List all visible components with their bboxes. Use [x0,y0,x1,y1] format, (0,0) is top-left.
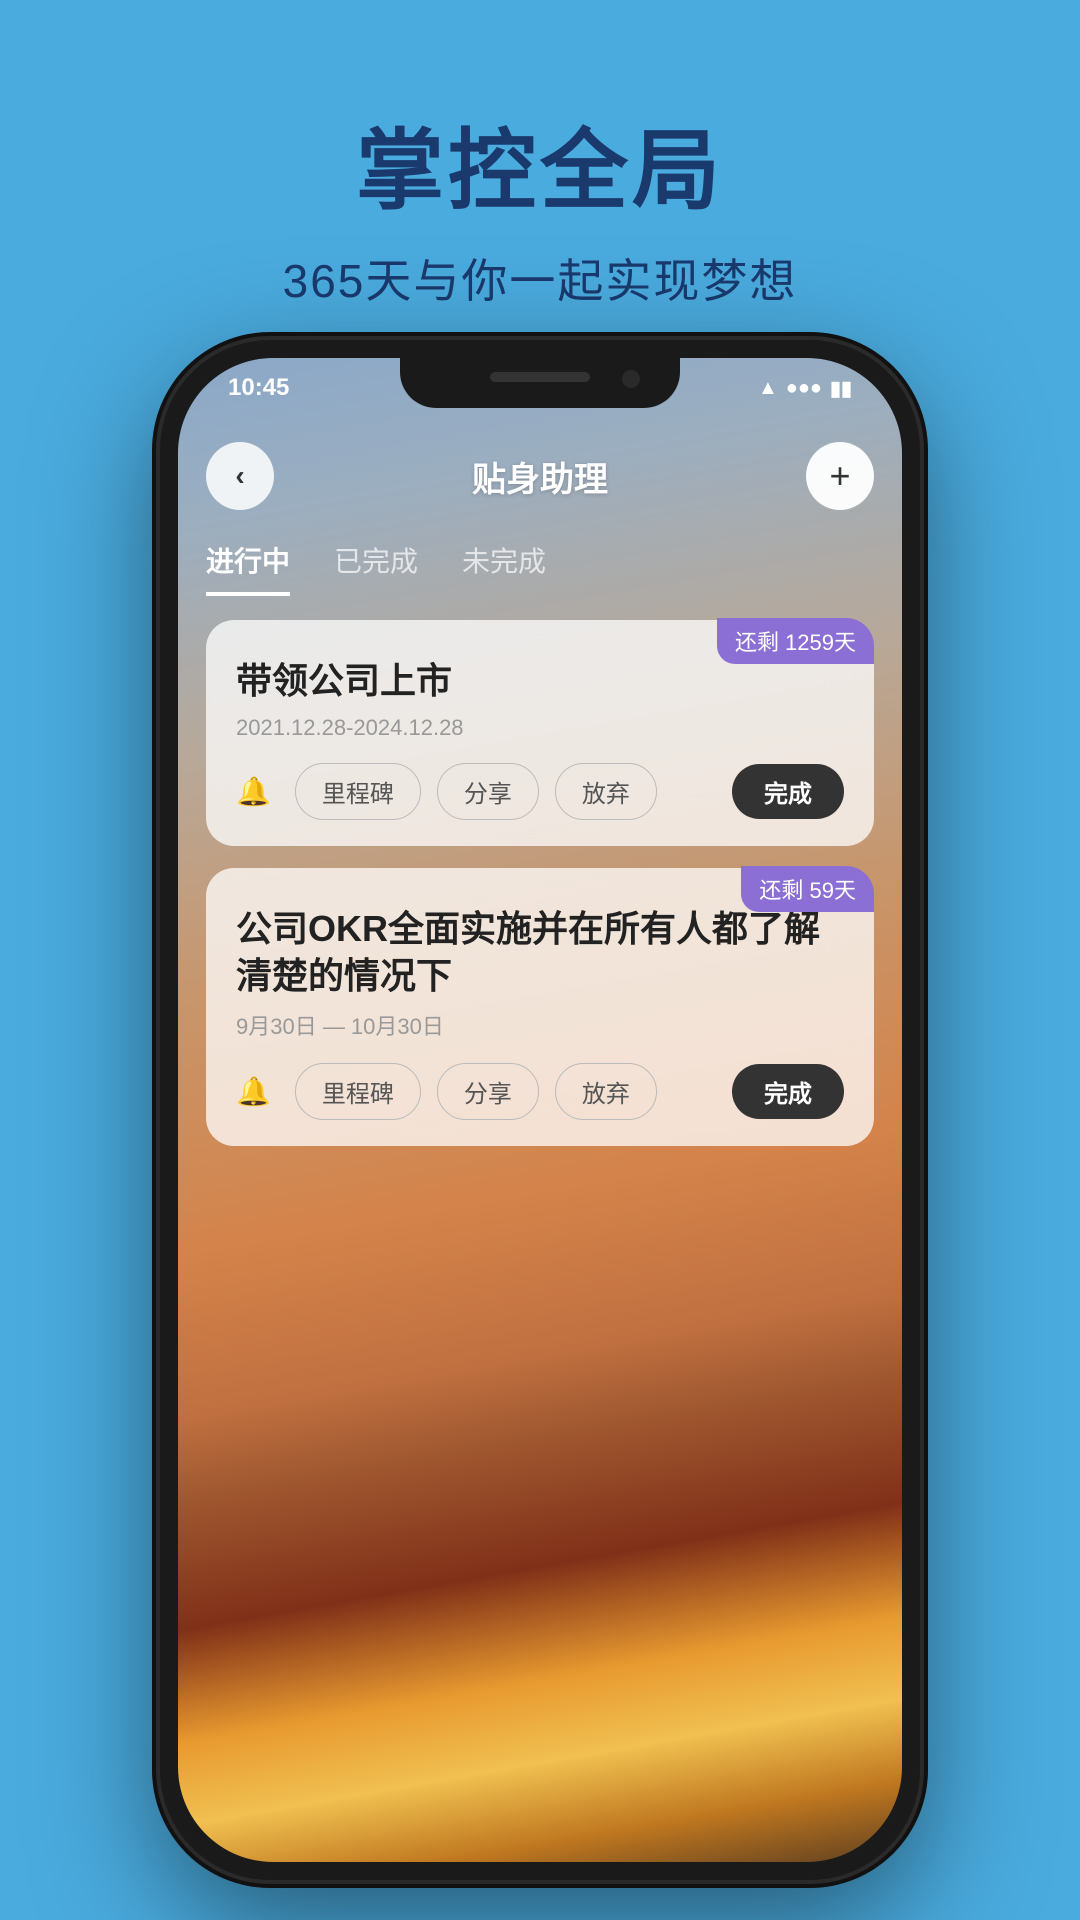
hero-title: 掌控全局 [0,100,1080,227]
tab-in-progress[interactable]: 进行中 [206,540,290,596]
card-badge-2: 还剩 59天 [741,866,874,912]
back-button[interactable]: ‹ [206,442,274,510]
milestone-btn-2[interactable]: 里程碑 [295,1063,421,1120]
hero-section: 掌控全局 365天与你一起实现梦想 [0,0,1080,311]
phone-mockup: 10:45 ▲ ●●● ▮▮ ‹ 贴身助理 + 进行中 已完成 [160,340,920,1880]
card-title-1: 带领公司上市 [236,658,844,705]
header-bar: ‹ 贴身助理 + [206,418,874,530]
card-date-1: 2021.12.28-2024.12.28 [236,715,844,741]
card-date-2: 9月30日 — 10月30日 [236,1009,844,1041]
phone-notch [400,358,680,408]
bell-icon-1[interactable]: 🔔 [236,775,271,808]
task-card-1: 还剩 1259天 带领公司上市 2021.12.28-2024.12.28 🔔 … [206,620,874,846]
milestone-btn-1[interactable]: 里程碑 [295,763,421,820]
status-icons: ▲ ●●● ▮▮ [758,376,852,401]
card-actions-1: 🔔 里程碑 分享 放弃 完成 [236,763,844,820]
share-btn-2[interactable]: 分享 [437,1063,539,1120]
camera [622,370,640,388]
signal-icon: ●●● [786,377,822,400]
phone-shell: 10:45 ▲ ●●● ▮▮ ‹ 贴身助理 + 进行中 已完成 [160,340,920,1880]
phone-screen: 10:45 ▲ ●●● ▮▮ ‹ 贴身助理 + 进行中 已完成 [178,358,902,1862]
abandon-btn-1[interactable]: 放弃 [555,763,657,820]
card-badge-1: 还剩 1259天 [717,618,874,664]
add-button[interactable]: + [806,442,874,510]
status-time: 10:45 [228,374,289,402]
tab-completed[interactable]: 已完成 [334,540,418,596]
tab-incomplete[interactable]: 未完成 [462,540,546,596]
bell-icon-2[interactable]: 🔔 [236,1075,271,1108]
screen-content: ‹ 贴身助理 + 进行中 已完成 未完成 还剩 1259天 带领公司上市 202… [178,418,902,1862]
screen-title: 贴身助理 [472,452,608,501]
complete-btn-2[interactable]: 完成 [732,1064,844,1119]
card-actions-2: 🔔 里程碑 分享 放弃 完成 [236,1063,844,1120]
abandon-btn-2[interactable]: 放弃 [555,1063,657,1120]
tabs-bar: 进行中 已完成 未完成 [206,530,874,596]
speaker [490,372,590,382]
card-title-2: 公司OKR全面实施并在所有人都了解清楚的情况下 [236,906,844,1000]
task-card-2: 还剩 59天 公司OKR全面实施并在所有人都了解清楚的情况下 9月30日 — 1… [206,868,874,1147]
battery-icon: ▮▮ [830,376,852,401]
hero-subtitle: 365天与你一起实现梦想 [0,245,1080,311]
share-btn-1[interactable]: 分享 [437,763,539,820]
complete-btn-1[interactable]: 完成 [732,764,844,819]
wifi-icon: ▲ [758,377,778,400]
